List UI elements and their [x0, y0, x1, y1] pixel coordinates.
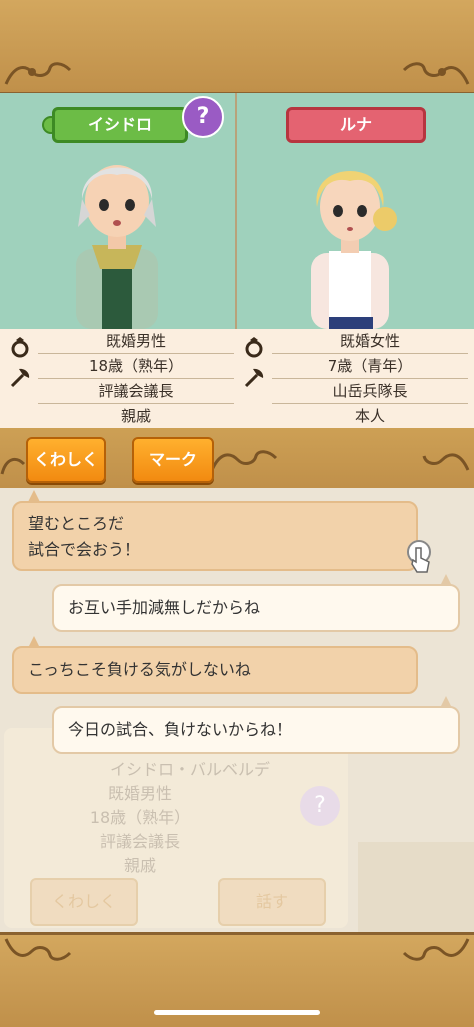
right-character-portrait[interactable] — [295, 153, 405, 329]
right-character-name: ルナ — [286, 107, 426, 143]
ghost-job: 評議会議長 — [99, 832, 180, 851]
ornament-icon — [402, 938, 470, 961]
chat-text: お互い手加減無しだからね — [68, 598, 261, 617]
ghost-age: 18歳（熟年） — [89, 808, 191, 827]
left-info-marital: 既婚男性 — [38, 329, 234, 354]
ghost-details-button: くわしく — [30, 878, 138, 926]
ornament-icon — [210, 450, 278, 471]
top-frame — [0, 0, 474, 95]
right-info-age: 7歳（青年） — [272, 354, 468, 379]
chat-bubble-left: こっちこそ負ける気がしないね — [12, 646, 418, 694]
left-character-name: イシドロ — [52, 107, 188, 143]
ornament-icon — [4, 938, 72, 961]
right-info-list: 既婚女性 7歳（青年） 山岳兵隊長 本人 — [272, 329, 468, 428]
ghost-help-icon: ? — [300, 786, 340, 826]
chat-text: 試合で会おう！ — [28, 540, 141, 559]
chat-bubble-right: 今日の試合、負けないからね！ — [52, 706, 460, 754]
ring-icon — [11, 337, 29, 358]
ghost-marital: 既婚男性 — [107, 784, 172, 803]
right-info-job: 山岳兵隊長 — [272, 379, 468, 404]
ghost-full-name: イシドロ・バルベルデ — [109, 760, 270, 779]
axe-icon — [10, 368, 30, 388]
left-info-list: 既婚男性 18歳（熟年） 評議会議長 親戚 — [38, 329, 234, 428]
ghost-talk-button: 話す — [218, 878, 326, 926]
chat-area: イシドロ・バルベルデ 既婚男性 18歳（熟年） 評議会議長 親戚 ? くわしく … — [0, 488, 474, 932]
left-info-relation: 親戚 — [120, 407, 151, 425]
chat-bubble-left: 望むところだ 試合で会おう！ — [12, 501, 418, 571]
chat-text: 今日の試合、負けないからね！ — [68, 720, 293, 739]
ornament-icon — [402, 62, 470, 85]
ring-icon — [245, 337, 263, 358]
ornament-icon — [4, 62, 72, 85]
right-info-marital: 既婚女性 — [272, 329, 468, 354]
chat-text: 望むところだ — [28, 514, 125, 533]
ghost-hex-menu — [358, 842, 474, 932]
help-button[interactable]: ? — [182, 96, 224, 138]
right-info-relation: 本人 — [354, 407, 385, 425]
tap-hand-icon — [407, 540, 431, 573]
left-character-portrait[interactable] — [62, 149, 172, 329]
left-info-job: 評議会議長 — [38, 379, 234, 404]
left-info-age: 18歳（熟年） — [38, 354, 234, 379]
ornament-icon — [422, 453, 470, 471]
chat-bubble-right: お互い手加減無しだからね — [52, 584, 460, 632]
details-button[interactable]: くわしく — [26, 437, 106, 483]
ghost-relation: 親戚 — [123, 856, 156, 875]
axe-icon — [244, 368, 264, 388]
home-indicator[interactable] — [154, 1010, 320, 1015]
mark-button[interactable]: マーク — [132, 437, 214, 483]
chat-text: こっちこそ負ける気がしないね — [28, 660, 251, 679]
